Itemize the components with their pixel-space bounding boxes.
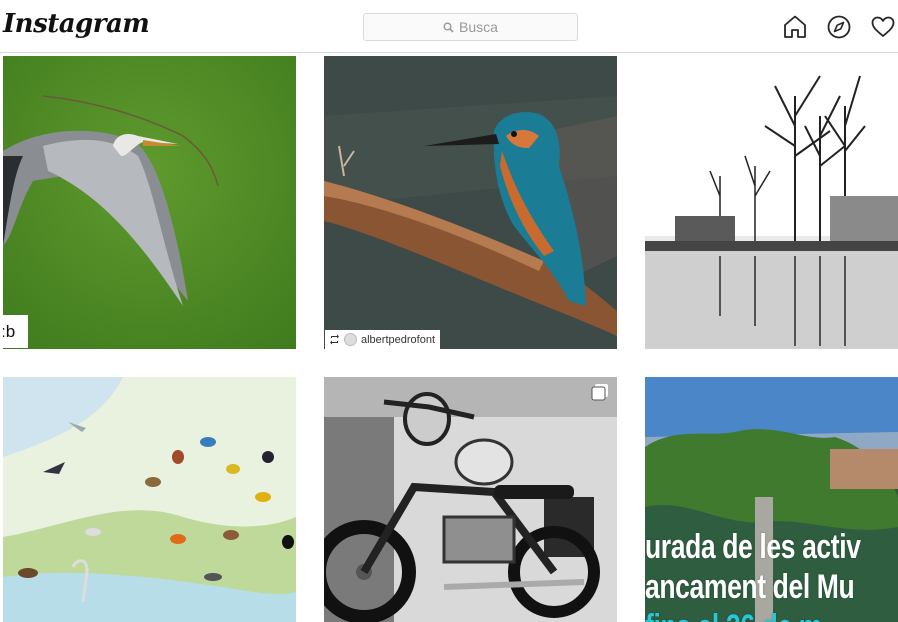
banner-line-2: ancament del Mu (645, 568, 855, 606)
post-tile-trees[interactable] (645, 56, 898, 349)
activity-heart-icon[interactable] (870, 14, 896, 40)
banner-line-1: urada de les activ (645, 528, 861, 566)
banner-line-3: fins al 26 de m (645, 607, 842, 622)
repost-icon (330, 334, 339, 345)
post-tile-kingfisher[interactable]: albertpedrofont (324, 56, 617, 349)
heron-photo (3, 56, 296, 349)
post-tile-heron[interactable]: :b (3, 56, 296, 349)
search-icon (443, 22, 454, 33)
top-navigation-bar: Instagram Busca (0, 0, 898, 53)
search-placeholder: Busca (459, 19, 498, 35)
search-box[interactable]: Busca (363, 13, 578, 41)
post-tile-motorcycle[interactable] (324, 377, 617, 622)
instagram-logo[interactable]: Instagram (3, 9, 150, 39)
avatar (344, 333, 357, 346)
birds-illustration-image (3, 377, 296, 622)
home-icon[interactable] (782, 14, 808, 40)
repost-attribution: albertpedrofont (325, 330, 440, 349)
motorcycle-photo (324, 377, 617, 622)
kingfisher-photo (324, 56, 617, 349)
repost-username: albertpedrofont (361, 333, 435, 346)
trees-reflection-photo (645, 56, 898, 349)
post-overlay-label: :b (3, 315, 28, 348)
event-banner-text: urada de les activ ancament del Mu fins … (645, 527, 898, 622)
post-tile-landscape-banner[interactable]: urada de les activ ancament del Mu fins … (645, 377, 898, 622)
post-tile-birds-illustration[interactable] (3, 377, 296, 622)
multiple-images-icon (591, 384, 608, 401)
explore-compass-icon[interactable] (826, 14, 852, 40)
